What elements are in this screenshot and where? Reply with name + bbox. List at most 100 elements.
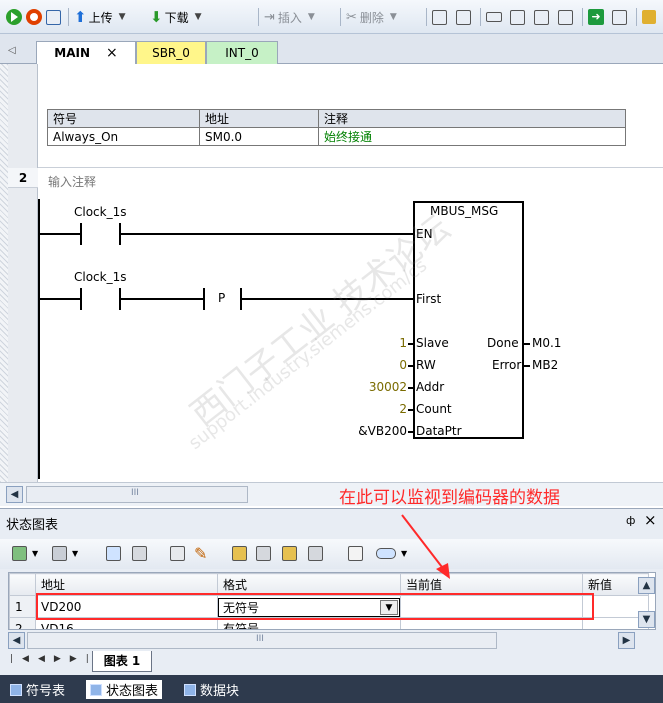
- status-toolbar: ▼ ▼ ✎ ▼: [0, 539, 663, 569]
- pin-stub: [408, 365, 414, 367]
- compile-icon: [46, 9, 61, 25]
- unforce-icon[interactable]: [256, 546, 271, 561]
- scroll-grip: III: [131, 488, 139, 498]
- scroll-down-icon[interactable]: ▼: [638, 611, 655, 628]
- add-row-icon[interactable]: [12, 546, 27, 561]
- clear-bookmarks-button[interactable]: [558, 7, 573, 27]
- rw-value[interactable]: 0: [399, 358, 407, 372]
- tab-status-chart[interactable]: 状态图表: [86, 680, 163, 699]
- insert-icon: ⇥: [264, 9, 275, 25]
- upload-button[interactable]: ⬆ 上传 ▼: [74, 7, 126, 27]
- pou-button[interactable]: ➜: [588, 7, 604, 27]
- slave-value[interactable]: 1: [399, 336, 407, 350]
- close-icon[interactable]: ×: [644, 511, 657, 529]
- pin-icon[interactable]: ф: [626, 514, 635, 527]
- chevron-down-icon: ▼: [389, 12, 397, 22]
- unforce-all-icon[interactable]: [282, 546, 297, 561]
- pin-done: Done: [487, 336, 519, 350]
- tab-main[interactable]: MAIN ×: [36, 41, 136, 64]
- bookmark-button[interactable]: [486, 7, 502, 27]
- contact1-left[interactable]: [80, 223, 82, 245]
- lock-button[interactable]: [642, 7, 656, 27]
- start-monitor-icon[interactable]: [106, 546, 121, 561]
- chevron-down-icon[interactable]: ▼: [72, 549, 78, 558]
- symbol-info-table: 符号 地址 注释 Always_On SM0.0 始终接通: [47, 109, 626, 146]
- stop-button[interactable]: [26, 7, 42, 27]
- status-chart-icon: [90, 683, 102, 696]
- tab-int-0-label: INT_0: [225, 46, 259, 60]
- chevron-down-icon[interactable]: ▼: [32, 549, 38, 558]
- pin-rw: RW: [416, 358, 436, 372]
- error-value[interactable]: MB2: [532, 358, 558, 372]
- properties-button[interactable]: [612, 7, 627, 27]
- tab-sbr-0-label: SBR_0: [152, 46, 190, 60]
- prev-bookmark-button[interactable]: [510, 7, 525, 27]
- properties-icon: [612, 9, 627, 25]
- count-value[interactable]: 2: [399, 402, 407, 416]
- comment-cell: 始终接通: [318, 127, 626, 146]
- tab-sbr-0[interactable]: SBR_0: [136, 41, 206, 64]
- tab-scroll-left-icon[interactable]: ◁: [8, 45, 16, 56]
- chevron-down-icon: ▼: [307, 12, 315, 22]
- network-divider: [38, 167, 663, 168]
- close-icon[interactable]: ×: [106, 45, 118, 61]
- insert-button[interactable]: ⇥ 插入 ▼: [264, 7, 315, 27]
- row-num[interactable]: 2: [9, 617, 36, 629]
- tab-data-block[interactable]: 数据块: [184, 680, 239, 699]
- wire: [242, 298, 415, 300]
- chevron-down-icon: ▼: [118, 12, 126, 22]
- contact2-left[interactable]: [80, 288, 82, 310]
- run-button[interactable]: [6, 7, 22, 27]
- bookmark-icon: [486, 12, 502, 22]
- p-contact-left[interactable]: [203, 288, 205, 310]
- compile-button[interactable]: [46, 7, 61, 27]
- tab-int-0[interactable]: INT_0: [206, 41, 278, 64]
- run-icon: [6, 9, 22, 25]
- grid-hscroll-thumb[interactable]: III: [27, 632, 497, 649]
- delete-row-icon[interactable]: [52, 546, 67, 561]
- done-value[interactable]: M0.1: [532, 336, 561, 350]
- block-title: MBUS_MSG: [430, 204, 499, 218]
- download-button[interactable]: ⬇ 下载 ▼: [150, 7, 202, 27]
- pause-monitor-icon[interactable]: [132, 546, 147, 561]
- next-bookmark-button[interactable]: [534, 7, 549, 27]
- download-label: 下载: [164, 10, 189, 25]
- toggle-network-button[interactable]: [432, 7, 447, 27]
- scroll-up-icon[interactable]: ▲: [638, 577, 655, 594]
- pin-slave: Slave: [416, 336, 449, 350]
- scroll-left-icon[interactable]: ◀: [8, 632, 25, 649]
- network-comment[interactable]: 输入注释: [48, 173, 96, 190]
- pin-count: Count: [416, 402, 452, 416]
- network-number[interactable]: 2: [8, 168, 38, 188]
- editor-hscroll-thumb[interactable]: III: [26, 486, 248, 503]
- wire: [121, 233, 415, 235]
- delete-label: 删除: [359, 10, 384, 25]
- toggle-comment-button[interactable]: [456, 7, 471, 27]
- scroll-left-icon[interactable]: ◀: [6, 486, 23, 503]
- tab-symbol-table[interactable]: 符号表: [10, 680, 65, 699]
- sheet-nav-icons[interactable]: |◀◀▶▶|: [10, 654, 98, 664]
- scroll-right-icon[interactable]: ▶: [618, 632, 635, 649]
- address-header: 地址: [199, 109, 319, 128]
- row-num[interactable]: 1: [9, 595, 36, 618]
- symbol-table-icon: [10, 683, 22, 696]
- pin-addr: Addr: [416, 380, 445, 394]
- sheet-tab-chart-1[interactable]: 图表 1: [92, 651, 152, 672]
- trend-view-icon[interactable]: [348, 546, 363, 561]
- col-header-num: [9, 573, 36, 596]
- force-lock-icon[interactable]: [232, 546, 247, 561]
- read-forced-icon[interactable]: [308, 546, 323, 561]
- delete-button[interactable]: ✂ 删除 ▼: [346, 7, 397, 27]
- ladder-editor[interactable]: 符号 地址 注释 Always_On SM0.0 始终接通 2 输入注释 Clo…: [0, 64, 663, 482]
- write-pencil-icon[interactable]: ✎: [194, 544, 207, 563]
- pou-tab-bar: ◁ MAIN × SBR_0 INT_0: [0, 34, 663, 64]
- addr-value[interactable]: 30002: [369, 380, 407, 394]
- symbol-header: 符号: [47, 109, 200, 128]
- tab-symbol-table-label: 符号表: [26, 684, 66, 699]
- upload-label: 上传: [88, 10, 113, 25]
- annotation-arrow: [401, 514, 450, 579]
- left-power-rail: [38, 199, 40, 479]
- read-icon[interactable]: [170, 546, 185, 561]
- highlight-box: [36, 593, 594, 620]
- dataptr-value[interactable]: &VB200: [358, 424, 407, 438]
